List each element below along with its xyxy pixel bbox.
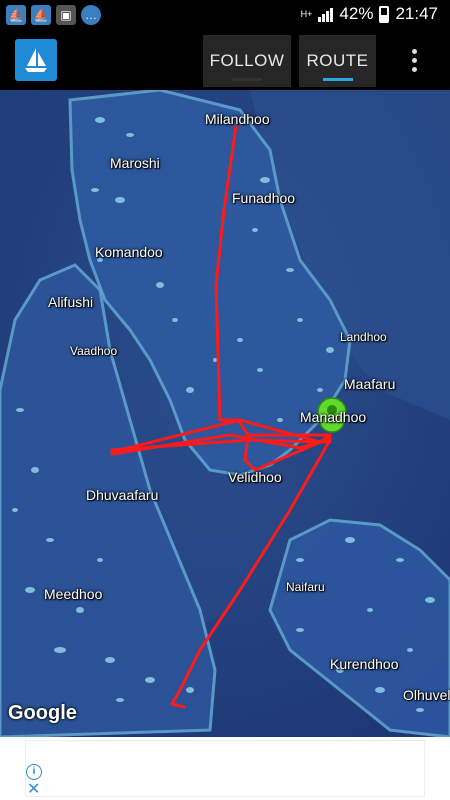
- tab-follow-label: FOLLOW: [209, 51, 285, 70]
- place-label: Olhuveli: [403, 687, 450, 703]
- sailboat-icon[interactable]: [15, 39, 57, 81]
- map-view[interactable]: Milandhoo Maroshi Funadhoo Komandoo Alif…: [0, 90, 450, 737]
- ad-banner: i ✕: [0, 737, 450, 800]
- place-label: Vaadhoo: [70, 344, 118, 358]
- place-label: Naifaru: [286, 580, 325, 594]
- close-icon[interactable]: ✕: [27, 782, 40, 798]
- app-bar: FOLLOW ROUTE: [0, 30, 450, 90]
- place-label: Meedhoo: [44, 586, 103, 602]
- chat-icon: …: [81, 5, 101, 25]
- more-vert-icon[interactable]: [402, 42, 426, 78]
- signal-icon: [318, 6, 334, 22]
- tab-indicator-selected: [322, 78, 353, 81]
- place-label: Komandoo: [95, 244, 163, 260]
- ad-content[interactable]: [25, 740, 425, 797]
- place-label: Dhuvaafaru: [86, 487, 159, 503]
- tab-route[interactable]: ROUTE: [299, 35, 376, 87]
- place-label: Manadhoo: [300, 409, 367, 425]
- clock: 21:47: [395, 4, 438, 23]
- tab-indicator: [232, 78, 262, 81]
- place-label: Alifushi: [48, 294, 94, 310]
- notification-icons: ⛵ ⛵ ▣ …: [6, 5, 101, 25]
- google-attribution: Google: [8, 702, 77, 724]
- battery-icon: [379, 5, 390, 23]
- place-label: Milandhoo: [205, 111, 270, 127]
- status-bar: ⛵ ⛵ ▣ … H+ 42% 21:47: [0, 0, 450, 30]
- place-label: Velidhoo: [228, 469, 282, 485]
- sailboat-icon: ⛵: [6, 5, 26, 25]
- info-icon[interactable]: i: [26, 764, 42, 780]
- place-label: Maroshi: [110, 155, 160, 171]
- satellite-map[interactable]: [0, 90, 450, 737]
- network-type: H+: [300, 8, 313, 19]
- tab-route-label: ROUTE: [306, 51, 369, 70]
- place-label: Kurendhoo: [330, 656, 399, 672]
- place-label: Funadhoo: [232, 190, 296, 206]
- battery-percent: 42%: [339, 4, 374, 23]
- place-label: Maafaru: [344, 376, 396, 392]
- tab-follow[interactable]: FOLLOW: [203, 35, 291, 87]
- sailboat-icon: ⛵: [31, 5, 51, 25]
- image-icon: ▣: [56, 5, 76, 25]
- place-label: Landhoo: [340, 330, 387, 344]
